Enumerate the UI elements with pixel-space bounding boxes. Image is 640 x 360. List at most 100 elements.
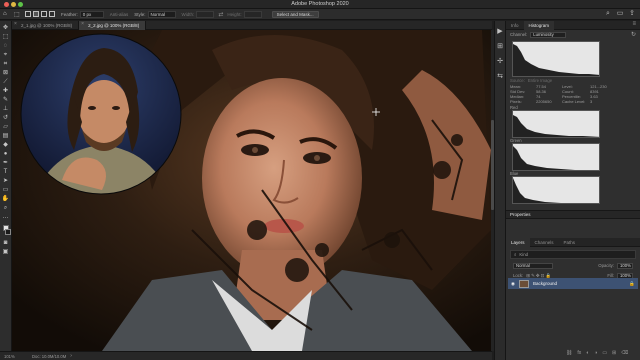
style-label: Style:	[134, 11, 146, 17]
refresh-icon[interactable]: ↻	[631, 31, 636, 38]
layers-comp-icon[interactable]: ⊞	[496, 42, 505, 51]
document-canvas[interactable]	[12, 30, 491, 351]
gradient-tool-icon[interactable]: ▤	[1, 132, 10, 140]
feather-label: Feather:	[61, 11, 78, 17]
hand-tool-icon[interactable]: ✋	[1, 195, 10, 203]
layer-row-background[interactable]: ◉ Background 🔒	[508, 278, 638, 289]
brush-tool-icon[interactable]: ✎	[1, 96, 10, 104]
right-panel: Info Histogram ≡ Channel: Luminosity ↻ S…	[506, 21, 640, 360]
link-layers-icon[interactable]: ⛓	[566, 350, 572, 356]
channel-row: Channel: Luminosity ↻	[506, 30, 640, 39]
stat-label: Pixels:	[510, 99, 522, 104]
eraser-tool-icon[interactable]: ▱	[1, 123, 10, 131]
mask-icon[interactable]: ◐	[586, 350, 589, 356]
tab-layers[interactable]: Layers	[506, 238, 530, 247]
quick-select-tool-icon[interactable]: ⌖	[1, 51, 10, 59]
tab-histogram[interactable]: Histogram	[523, 21, 555, 30]
luminosity-histogram-graph	[513, 44, 599, 76]
channel-select[interactable]: Luminosity	[530, 31, 567, 38]
height-input[interactable]	[243, 10, 262, 18]
subtract-selection-icon[interactable]	[41, 11, 47, 17]
play-actions-icon[interactable]: ▶	[496, 27, 505, 36]
history-brush-tool-icon[interactable]: ↺	[1, 114, 10, 122]
blend-row: Normal Opacity: 100%	[510, 261, 636, 270]
swap-icon[interactable]: ⇄	[218, 9, 223, 20]
share-icon[interactable]: ⇪	[628, 10, 636, 18]
visibility-eye-icon[interactable]: ◉	[511, 281, 515, 287]
properties-header[interactable]: Properties	[506, 210, 640, 219]
height-label: Height:	[227, 11, 242, 17]
tab-info[interactable]: Info	[506, 21, 524, 30]
crop-tool-icon[interactable]: ⌗	[1, 60, 10, 68]
layers-tabs: Layers Channels Paths	[506, 238, 640, 247]
app-title: Adobe Photoshop 2020	[291, 1, 349, 7]
move-tool-icon[interactable]: ✥	[1, 24, 10, 32]
frame-tool-icon[interactable]: ⊠	[1, 69, 10, 77]
layers-bottom-icons: ⛓ fx ◐ ◑ ▭ ⊞ ⌫	[566, 350, 628, 356]
width-label: Width:	[181, 11, 195, 17]
width-input[interactable]	[196, 10, 215, 18]
workspace-icon[interactable]: ▭	[616, 10, 624, 18]
antialias-checkbox[interactable]: Anti-alias	[110, 9, 129, 20]
path-selection-tool-icon[interactable]: ➤	[1, 177, 10, 185]
swap-icon[interactable]: ⇆	[496, 72, 505, 81]
fx-icon[interactable]: fx	[577, 350, 581, 356]
lasso-tool-icon[interactable]: ◌	[1, 42, 10, 50]
marquee-tool-icon[interactable]: ⬚	[14, 9, 22, 20]
panel-icon-strip: ▶ ⊞ ✢ ⇆	[494, 21, 506, 360]
close-tab-icon[interactable]: ×	[81, 21, 84, 27]
source-select[interactable]: Entire Image	[528, 78, 552, 83]
feather-input[interactable]: 0 px	[79, 10, 104, 18]
shape-tool-icon[interactable]: ▭	[1, 186, 10, 194]
home-icon[interactable]: ⌂	[3, 9, 11, 20]
source-row: Source: Entire Image	[506, 77, 640, 84]
status-menu-icon[interactable]: ›	[70, 353, 72, 359]
document-tab-active[interactable]: × 2_2.jpg @ 100% (RGB/8)	[79, 21, 147, 30]
healing-brush-tool-icon[interactable]: ✚	[1, 87, 10, 95]
blend-mode-select[interactable]: Normal	[513, 262, 553, 269]
background-color-swatch[interactable]	[4, 229, 11, 235]
select-and-mask-button[interactable]: Select and Mask...	[271, 10, 319, 18]
stat-value: 3	[590, 99, 593, 104]
new-layer-icon[interactable]: ⊞	[612, 350, 616, 356]
filter-kind-label[interactable]: Kind	[519, 252, 528, 257]
eyedropper-tool-icon[interactable]: ⟋	[1, 78, 10, 86]
pen-tool-icon[interactable]: ✒	[1, 159, 10, 167]
close-tab-icon[interactable]: ×	[14, 21, 17, 27]
document-tab[interactable]: × 2_1.jpg @ 100% (RGB/8)	[12, 21, 80, 30]
blue-histogram	[512, 176, 600, 204]
layer-name[interactable]: Background	[533, 281, 557, 286]
tab-channels[interactable]: Channels	[530, 238, 559, 247]
selection-mode-icons[interactable]	[25, 9, 55, 20]
tools-panel: ✥ ⬚ ◌ ⌖ ⌗ ⊠ ⟋ ✚ ✎ ⊥ ↺ ▱ ▤ ◆ ● ✒ T ➤ ▭ ✋ …	[0, 21, 12, 351]
adjustment-icon[interactable]: ◑	[594, 350, 597, 356]
marquee-tool-icon[interactable]: ⬚	[1, 33, 10, 41]
blur-tool-icon[interactable]: ◆	[1, 141, 10, 149]
layer-filter-row[interactable]: ⌕ Kind	[510, 250, 636, 259]
trash-icon[interactable]: ⌫	[621, 350, 628, 356]
add-selection-icon[interactable]	[33, 11, 39, 17]
tab-paths[interactable]: Paths	[559, 238, 581, 247]
status-bar: 101% Doc: 10.0M/10.0M ›	[0, 351, 492, 360]
more-tools-icon[interactable]: …	[1, 213, 10, 221]
search-icon[interactable]: ⌕	[604, 10, 612, 18]
type-tool-icon[interactable]: T	[1, 168, 10, 176]
quick-mask-icon[interactable]: ◙	[1, 239, 10, 247]
green-histogram	[512, 143, 600, 171]
panel-menu-icon[interactable]: ≡	[632, 21, 640, 29]
dodge-tool-icon[interactable]: ●	[1, 150, 10, 158]
style-select[interactable]: Normal	[147, 10, 176, 18]
screen-mode-icon[interactable]: ▣	[1, 248, 10, 256]
folder-icon[interactable]: ▭	[602, 350, 607, 356]
layer-thumbnail	[518, 279, 529, 288]
source-label: Source:	[510, 78, 525, 83]
clone-stamp-tool-icon[interactable]: ⊥	[1, 105, 10, 113]
intersect-selection-icon[interactable]	[49, 11, 55, 17]
stat-label: Cache Level:	[562, 99, 586, 104]
tool-presets-icon[interactable]: ✢	[496, 57, 505, 66]
opacity-input[interactable]: 100%	[617, 262, 633, 269]
zoom-level[interactable]: 101%	[4, 354, 26, 359]
histogram-stats: Mean: 77.54 Level: 121...230 Std Dev: 58…	[506, 84, 640, 104]
zoom-tool-icon[interactable]: ⌕	[1, 204, 10, 212]
new-selection-icon[interactable]	[25, 11, 31, 17]
